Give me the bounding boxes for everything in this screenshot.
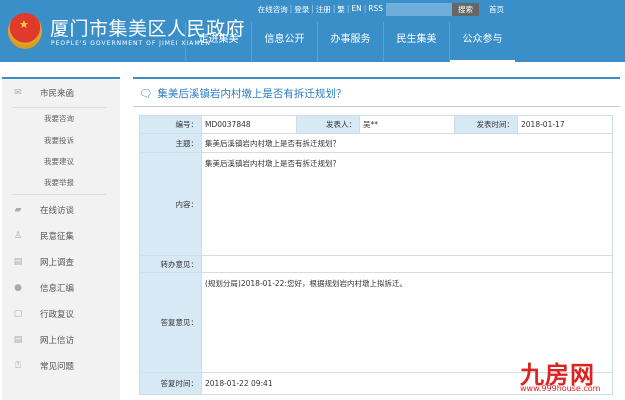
sidebar: ✉ 市民来函 我要咨询 我要投诉 我要建议 我要举报 ▰ 在线访谈 ♙ 民意征集 ▤ 网… (2, 77, 120, 400)
mail-icon: ✉ (14, 88, 22, 98)
watermark-url: www.999house.com (520, 384, 601, 393)
header: 厦门市集美区人民政府 PEOPLE'S GOVERNMENT OF JIMEI … (0, 0, 625, 62)
number-value: MD0037848 (201, 115, 297, 134)
nav-item[interactable]: 信息公开 (251, 22, 317, 62)
search-input[interactable] (386, 3, 452, 16)
table-row: 转办意见： (139, 255, 613, 273)
subject-value: 集美后溪镇岩内村墩上是否有拆迁规划？ (201, 133, 613, 153)
content-label: 内容： (139, 152, 202, 256)
content-value: 集美后溪镇岩内村墩上是否有拆迁规划？ (201, 152, 613, 256)
sidebar-item[interactable]: ▢ 行政复议 (2, 300, 120, 328)
sidebar-item[interactable]: ▤ 网上调查 (2, 248, 120, 276)
sidebar-subitem[interactable]: 我要咨询 (44, 113, 74, 124)
sidebar-item[interactable]: ♙ 民意征集 (2, 222, 120, 250)
author-value: 吴** (359, 115, 455, 134)
divider (12, 107, 106, 108)
main-nav: 走进集美 信息公开 办事服务 民生集美 公众参与 (185, 22, 515, 62)
document-icon: ▤ (13, 335, 23, 345)
divider (133, 106, 620, 107)
sidebar-item[interactable]: ▤ 网上信访 (2, 326, 120, 354)
comment-icon: 🗨 (139, 88, 153, 100)
table-row: 内容： 集美后溪镇岩内村墩上是否有拆迁规划？ (139, 152, 613, 256)
link-consult[interactable]: 在线咨询 (258, 4, 288, 15)
sidebar-item[interactable]: ▰ 在线访谈 (2, 196, 120, 224)
sidebar-subitem[interactable]: 我要投诉 (44, 135, 74, 146)
national-emblem-logo (8, 13, 42, 49)
forward-label: 转办意见： (139, 255, 202, 273)
reply-label: 答复意见： (139, 272, 202, 373)
sidebar-item[interactable]: ● 信息汇编 (2, 274, 120, 302)
nav-item[interactable]: 走进集美 (185, 22, 251, 62)
file-icon: ▢ (13, 309, 23, 319)
chat-icon: ▰ (14, 205, 22, 215)
document-icon: ▤ (13, 257, 23, 267)
link-traditional[interactable]: 繁 (337, 4, 345, 15)
content-panel: 🗨 集美后溪镇岩内村墩上是否有拆迁规划？ 编号： MD0037848 发表人： 吴… (133, 77, 620, 400)
link-rss[interactable]: RSS (368, 4, 383, 15)
author-label: 发表人： (296, 115, 360, 134)
sidebar-subitem[interactable]: 我要举报 (44, 177, 74, 188)
page-title: 🗨 集美后溪镇岩内村墩上是否有拆迁规划？ (139, 88, 347, 100)
sidebar-section-letters[interactable]: ✉ 市民来函 (2, 79, 120, 107)
subject-label: 主题： (139, 133, 202, 153)
nav-item[interactable]: 民生集美 (383, 22, 449, 62)
reply-time-label: 答复时间： (139, 372, 202, 395)
number-label: 编号： (139, 115, 202, 134)
table-row: 编号： MD0037848 发表人： 吴** 发表时间： 2018-01-17 (139, 115, 613, 134)
question-icon: ⍰ (15, 361, 21, 371)
link-login[interactable]: 登录 (294, 4, 309, 15)
forward-value (201, 255, 613, 273)
sidebar-subitem[interactable]: 我要建议 (44, 156, 74, 167)
top-links: 在线咨询 | 登录 | 注册 | 繁 | EN | RSS (257, 4, 383, 15)
letter-detail-table: 编号： MD0037848 发表人： 吴** 发表时间： 2018-01-17 … (139, 115, 613, 395)
globe-icon: ● (14, 283, 22, 293)
link-register[interactable]: 注册 (316, 4, 331, 15)
search-button[interactable]: 搜索 (452, 3, 479, 16)
time-value: 2018-01-17 (517, 115, 613, 134)
sidebar-item[interactable]: ⍰ 常见问题 (2, 352, 120, 380)
nav-item-active[interactable]: 公众参与 (449, 22, 515, 62)
table-row: 主题： 集美后溪镇岩内村墩上是否有拆迁规划？ (139, 133, 613, 153)
link-english[interactable]: EN (351, 4, 361, 15)
person-icon: ♙ (13, 231, 23, 241)
divider (12, 194, 106, 195)
time-label: 发表时间： (454, 115, 518, 134)
home-link[interactable]: 首页 (489, 4, 504, 15)
nav-item[interactable]: 办事服务 (317, 22, 383, 62)
